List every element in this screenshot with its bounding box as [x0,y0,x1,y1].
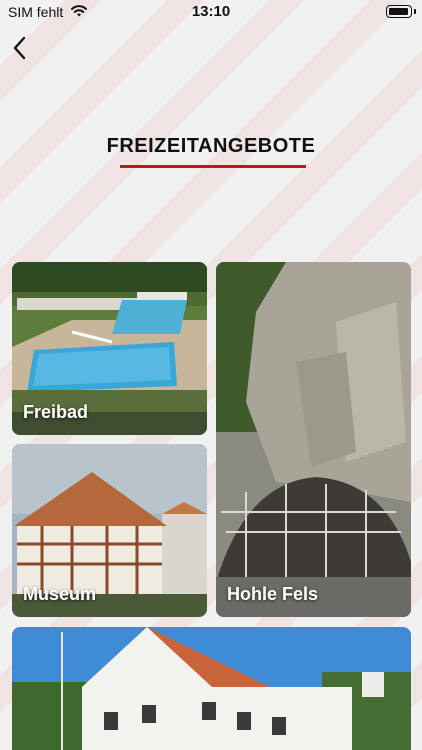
clock: 13:10 [191,3,231,20]
page-title: FREIZEITANGEBOTE [106,135,316,157]
rathaus-photo [12,627,411,750]
status-bar: SIM fehlt 13:10 [0,0,422,24]
title-underline [120,165,306,168]
tile-label-museum: Museum [23,584,97,604]
tile-museum[interactable]: Museum [12,444,207,617]
tile-label-freibad: Freibad [23,402,89,422]
back-chevron-icon[interactable] [6,34,36,64]
tile-label-hohle-fels: Hohle Fels [227,584,319,604]
tile-hohle-fels[interactable]: Hohle Fels [216,262,411,617]
hohle-fels-photo [216,262,411,617]
battery-icon [386,5,416,18]
tile-rathaus[interactable] [12,627,411,750]
tile-freibad[interactable]: Freibad [12,262,207,435]
